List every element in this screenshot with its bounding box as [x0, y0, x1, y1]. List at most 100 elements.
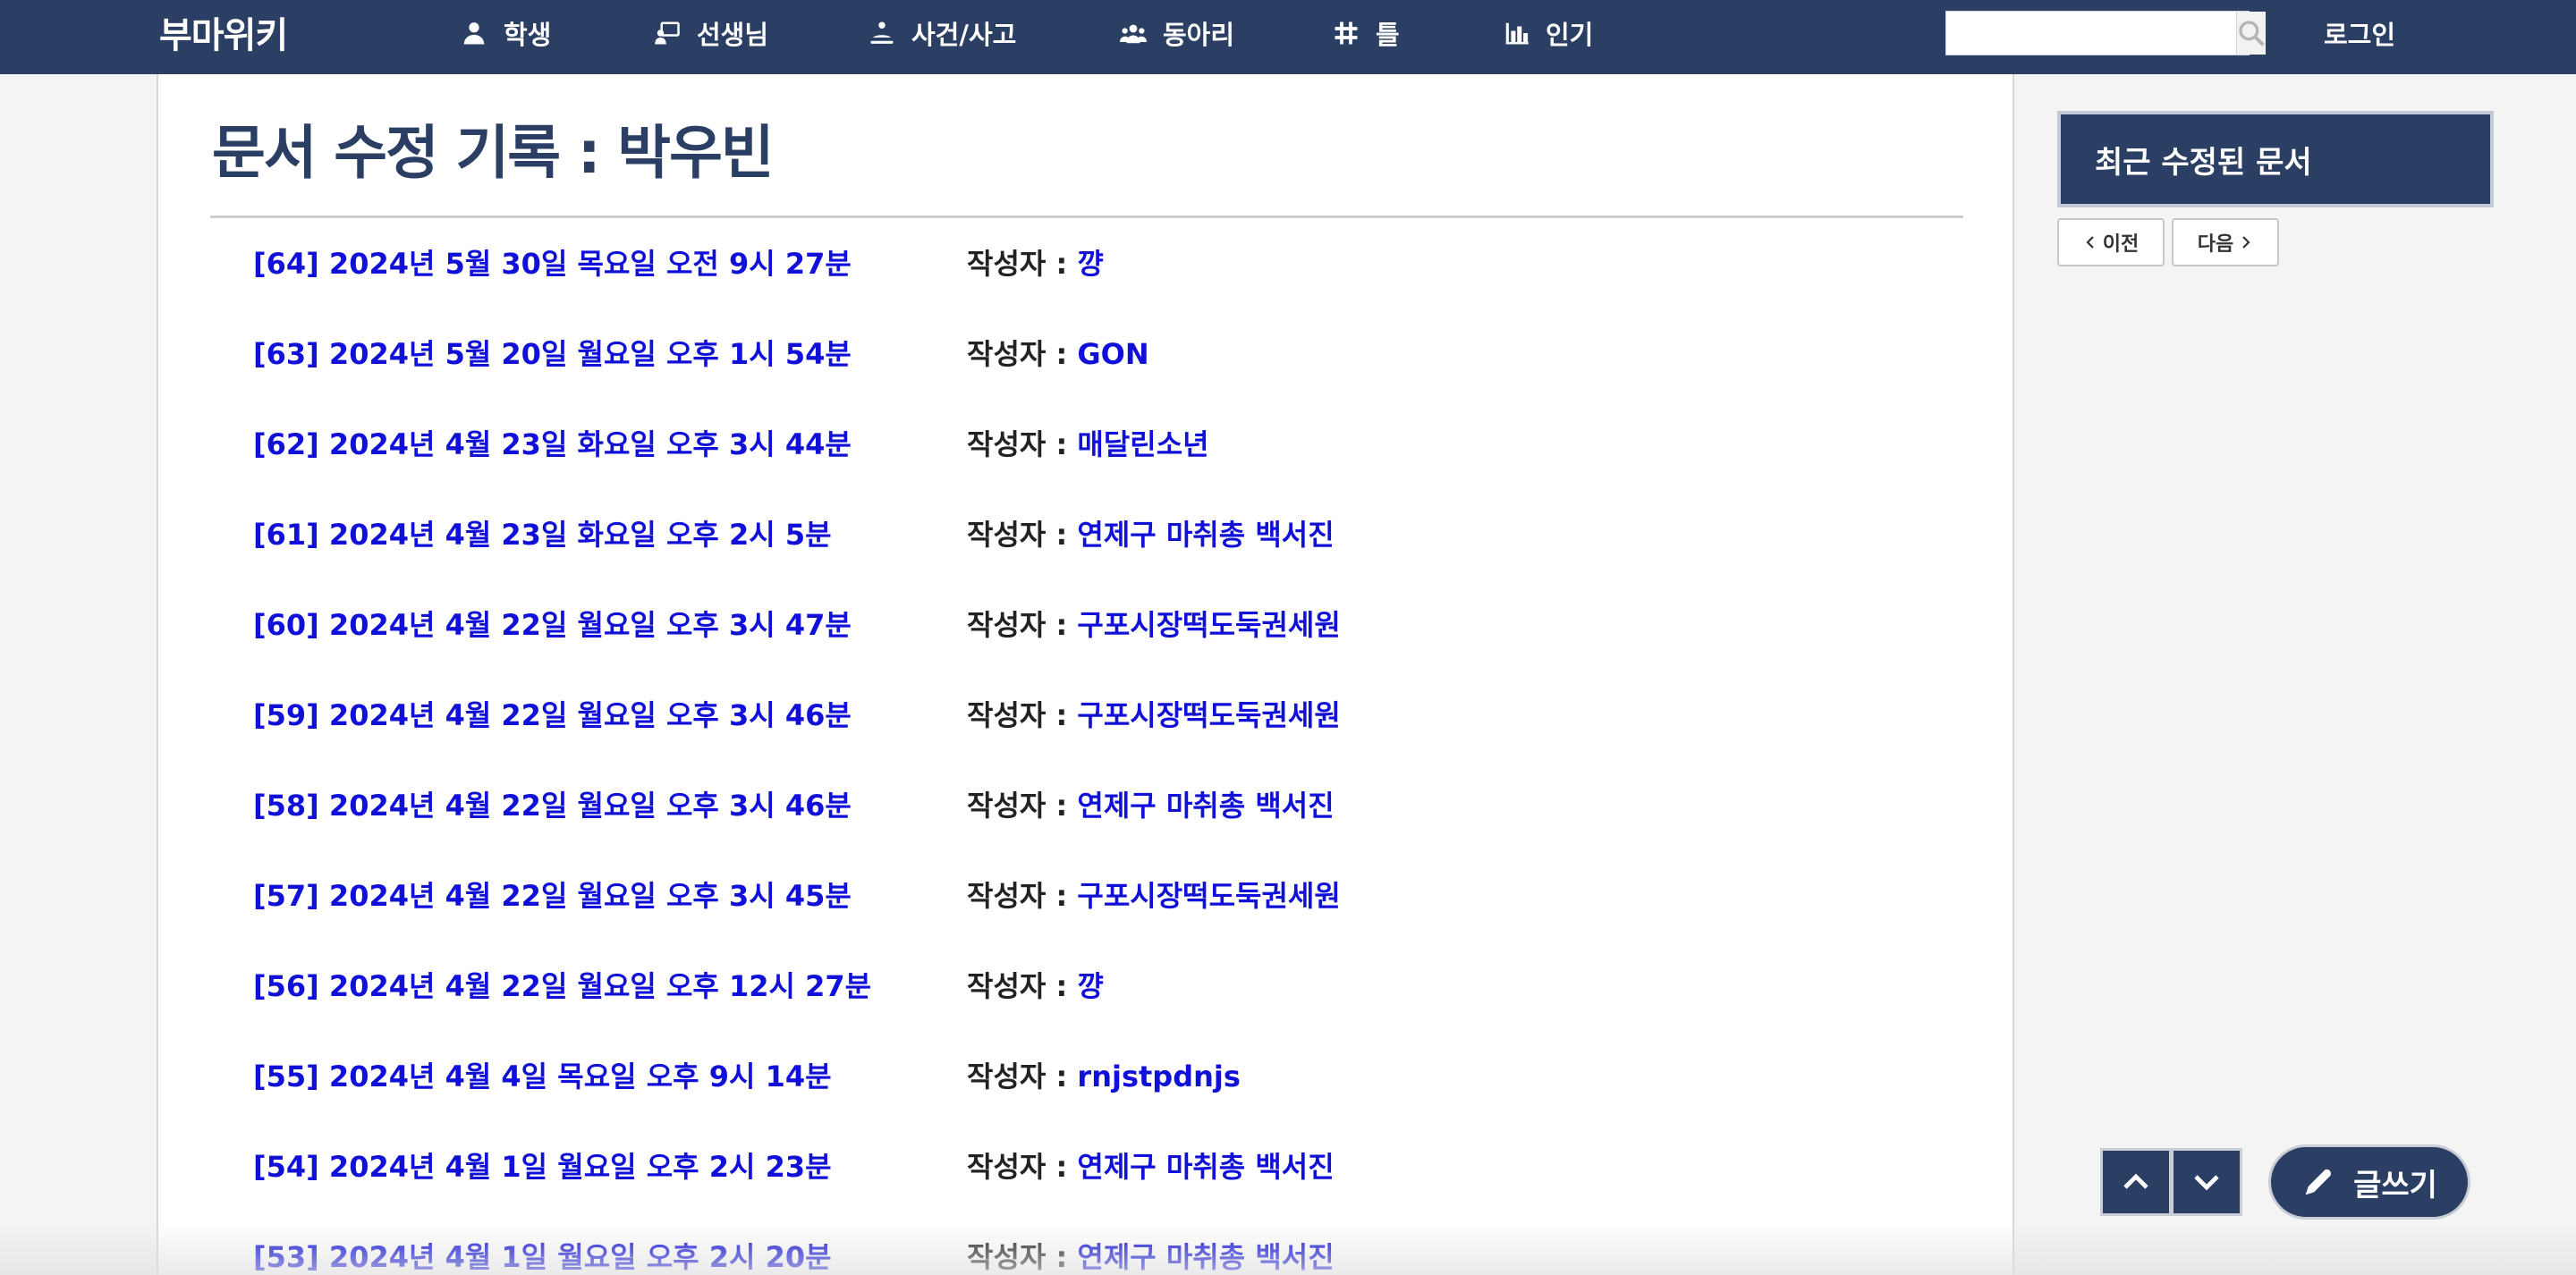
author-field: 작성자 : 꺙: [967, 964, 1104, 1005]
author-link[interactable]: 구포시장떡도둑권세원: [1077, 698, 1340, 732]
author-link[interactable]: 구포시장떡도둑권세원: [1077, 608, 1340, 642]
prev-button[interactable]: 이전: [2057, 218, 2165, 266]
revision-link[interactable]: [55] 2024년 4월 4일 목요일 오후 9시 14분: [253, 1054, 832, 1095]
author-field: 작성자 : 연제구 마취총 백서진: [967, 783, 1335, 824]
history-row: [63] 2024년 5월 20일 월요일 오후 1시 54분 작성자 : GON: [253, 332, 1953, 422]
author-field: 작성자 : rnjstpdnjs: [967, 1054, 1241, 1095]
search-button[interactable]: [2236, 12, 2266, 55]
revision-link[interactable]: [62] 2024년 4월 23일 화요일 오후 3시 44분: [253, 422, 852, 463]
search-box: [1945, 11, 2266, 55]
history-row: [61] 2024년 4월 23일 화요일 오후 2시 5분 작성자 : 연제구 …: [253, 512, 1953, 603]
nav-item-teachers[interactable]: 선생님: [654, 0, 768, 65]
history-list: [64] 2024년 5월 30일 목요일 오전 9시 27분 작성자 : 꺙 [6…: [253, 241, 1953, 1275]
author-label: 작성자 :: [967, 698, 1078, 732]
nav-item-clubs[interactable]: 동아리: [1120, 0, 1234, 65]
author-field: 작성자 : 매달린소년: [967, 422, 1209, 463]
chevron-right-icon: [2242, 236, 2250, 249]
main-content: 문서 수정 기록 : 박우빈 [64] 2024년 5월 30일 목요일 오전 …: [157, 74, 2014, 1275]
revision-link[interactable]: [53] 2024년 4월 1일 월요일 오후 2시 20분: [253, 1235, 832, 1275]
author-label: 작성자 :: [967, 247, 1078, 281]
recent-docs-title: 최근 수정된 문서: [2095, 144, 2312, 181]
history-row: [62] 2024년 4월 23일 화요일 오후 3시 44분 작성자 : 매달린…: [253, 422, 1953, 512]
page-title: 문서 수정 기록 : 박우빈: [212, 120, 775, 187]
write-button[interactable]: 글쓰기: [2268, 1144, 2470, 1220]
history-row: [53] 2024년 4월 1일 월요일 오후 2시 20분 작성자 : 연제구 …: [253, 1235, 1953, 1275]
bar-chart-icon: [1505, 22, 1529, 44]
author-link[interactable]: 연제구 마취총 백서진: [1077, 1240, 1334, 1274]
author-label: 작성자 :: [967, 337, 1078, 371]
author-link[interactable]: 구포시장떡도둑권세원: [1077, 879, 1340, 913]
nav-label: 틀: [1376, 19, 1400, 50]
history-row: [59] 2024년 4월 22일 월요일 오후 3시 46분 작성자 : 구포시…: [253, 693, 1953, 783]
chevron-up-icon: [2123, 1173, 2148, 1189]
top-navbar: 부마위키 학생 선생님 사건/사고 동아리 틀 인기 로그인: [0, 0, 2576, 74]
nav-label: 선생님: [697, 19, 769, 50]
history-row: [64] 2024년 5월 30일 목요일 오전 9시 27분 작성자 : 꺙: [253, 241, 1953, 332]
revision-link[interactable]: [60] 2024년 4월 22일 월요일 오후 3시 47분: [253, 603, 852, 644]
nav-label: 인기: [1546, 19, 1594, 50]
nav-item-popular[interactable]: 인기: [1503, 0, 1593, 65]
author-label: 작성자 :: [967, 427, 1078, 461]
history-row: [56] 2024년 4월 22일 월요일 오후 12시 27분 작성자 : 꺙: [253, 964, 1953, 1054]
author-field: 작성자 : 연제구 마취총 백서진: [967, 1235, 1335, 1275]
search-icon: [2239, 21, 2265, 46]
next-button[interactable]: 다음: [2172, 218, 2279, 266]
write-label: 글쓰기: [2353, 1167, 2437, 1203]
author-field: 작성자 : GON: [967, 332, 1149, 373]
author-link[interactable]: 꺙: [1077, 969, 1103, 1003]
nav-label: 동아리: [1163, 19, 1235, 50]
revision-link[interactable]: [57] 2024년 4월 22일 월요일 오후 3시 45분: [253, 874, 852, 915]
group-icon: [1120, 24, 1147, 43]
author-link[interactable]: 꺙: [1077, 247, 1103, 281]
author-field: 작성자 : 구포시장떡도둑권세원: [967, 874, 1341, 915]
nav-item-students[interactable]: 학생: [461, 0, 551, 65]
hash-icon: [1335, 21, 1358, 44]
author-link[interactable]: 연제구 마취총 백서진: [1077, 518, 1334, 552]
revision-link[interactable]: [54] 2024년 4월 1일 월요일 오후 2시 23분: [253, 1144, 832, 1186]
person-icon: [463, 21, 485, 44]
nav-label: 학생: [504, 19, 552, 50]
author-field: 작성자 : 연제구 마취총 백서진: [967, 1144, 1335, 1186]
revision-link[interactable]: [61] 2024년 4월 23일 화요일 오후 2시 5분: [253, 512, 832, 553]
scroll-down-button[interactable]: [2171, 1148, 2242, 1216]
revision-link[interactable]: [58] 2024년 4월 22일 월요일 오후 3시 46분: [253, 783, 852, 824]
author-field: 작성자 : 구포시장떡도둑권세원: [967, 603, 1341, 644]
author-label: 작성자 :: [967, 789, 1078, 823]
revision-link[interactable]: [59] 2024년 4월 22일 월요일 오후 3시 46분: [253, 693, 852, 734]
author-label: 작성자 :: [967, 1060, 1078, 1093]
search-input[interactable]: [1946, 12, 2236, 55]
revision-link[interactable]: [63] 2024년 5월 20일 월요일 오후 1시 54분: [253, 332, 852, 373]
history-row: [55] 2024년 4월 4일 목요일 오후 9시 14분 작성자 : rnjs…: [253, 1054, 1953, 1144]
scroll-up-button[interactable]: [2100, 1148, 2172, 1216]
author-link[interactable]: 연제구 마취총 백서진: [1077, 1150, 1334, 1184]
site-logo[interactable]: 부마위키: [159, 5, 288, 59]
recent-docs-header: 최근 수정된 문서: [2057, 111, 2494, 207]
author-label: 작성자 :: [967, 608, 1078, 642]
login-link[interactable]: 로그인: [2324, 0, 2395, 65]
author-label: 작성자 :: [967, 518, 1078, 552]
history-row: [58] 2024년 4월 22일 월요일 오후 3시 46분 작성자 : 연제구…: [253, 783, 1953, 874]
author-link[interactable]: 매달린소년: [1077, 427, 1208, 461]
revision-link[interactable]: [64] 2024년 5월 30일 목요일 오전 9시 27분: [253, 241, 852, 283]
history-row: [54] 2024년 4월 1일 월요일 오후 2시 23분 작성자 : 연제구 …: [253, 1144, 1953, 1235]
author-link[interactable]: rnjstpdnjs: [1077, 1060, 1240, 1093]
history-row: [57] 2024년 4월 22일 월요일 오후 3시 45분 작성자 : 구포시…: [253, 874, 1953, 964]
chevron-left-icon: [2086, 236, 2094, 249]
teacher-icon: [655, 21, 680, 44]
author-label: 작성자 :: [967, 969, 1078, 1003]
prev-label: 이전: [2102, 233, 2140, 256]
nav-item-templates[interactable]: 틀: [1333, 0, 1400, 65]
incident-icon: [870, 21, 894, 44]
revision-link[interactable]: [56] 2024년 4월 22일 월요일 오후 12시 27분: [253, 964, 871, 1005]
author-field: 작성자 : 구포시장떡도둑권세원: [967, 693, 1341, 734]
logo-text: 부마위키: [159, 15, 288, 56]
author-label: 작성자 :: [967, 879, 1078, 913]
author-link[interactable]: GON: [1077, 337, 1148, 371]
history-row: [60] 2024년 4월 22일 월요일 오후 3시 47분 작성자 : 구포시…: [253, 603, 1953, 693]
author-label: 작성자 :: [967, 1150, 1078, 1184]
author-link[interactable]: 연제구 마취총 백서진: [1077, 789, 1334, 823]
pencil-icon: [2305, 1169, 2332, 1195]
next-label: 다음: [2197, 233, 2234, 256]
title-divider: [210, 215, 1963, 218]
nav-item-incidents[interactable]: 사건/사고: [869, 0, 1016, 65]
